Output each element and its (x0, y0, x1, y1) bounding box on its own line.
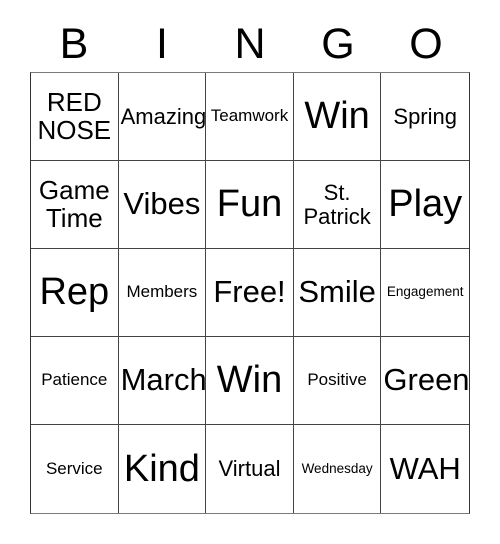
bingo-card: B I N G O RED NOSE Amazing Teamwork Win Spri… (0, 0, 500, 544)
header-letter-o: O (409, 19, 443, 68)
bingo-cell[interactable]: Rep (31, 249, 119, 337)
header-letter-g: G (321, 19, 355, 68)
bingo-cell-label: Spring (393, 103, 457, 129)
bingo-cell[interactable]: Game Time (31, 161, 119, 249)
bingo-cell-label: Engagement (386, 284, 464, 300)
bingo-cell[interactable]: Vibes (118, 161, 207, 249)
bingo-cell-label: Free! (213, 274, 286, 310)
bingo-cell-label: Green (383, 362, 469, 398)
bingo-cell-label: Kind (123, 447, 200, 490)
bingo-cell[interactable]: Patience (31, 337, 119, 425)
bingo-cell-label: St. Patrick (303, 180, 371, 229)
bingo-cell[interactable]: Virtual (206, 425, 294, 513)
bingo-cell-label: Vibes (123, 186, 201, 222)
bingo-cell[interactable]: Amazing (118, 73, 207, 161)
bingo-cell-label: Win (216, 359, 283, 402)
bingo-cell-label: WAH (389, 450, 461, 486)
bingo-cell[interactable]: Smile (293, 249, 382, 337)
bingo-cell[interactable]: Win (293, 73, 382, 161)
bingo-cell[interactable]: Fun (206, 161, 294, 249)
bingo-cell-label: Teamwork (210, 106, 289, 126)
bingo-cell-label: Service (45, 458, 103, 478)
bingo-cell-label: Patience (41, 370, 108, 390)
bingo-cell[interactable]: March (118, 337, 207, 425)
bingo-cell-label: Positive (307, 370, 367, 390)
bingo-cell-label: Fun (216, 183, 283, 226)
bingo-cell[interactable]: Engagement (381, 249, 469, 337)
bingo-cell-label: Wednesday (301, 460, 373, 476)
bingo-cell[interactable]: Spring (381, 73, 469, 161)
header-letter-b: B (59, 19, 89, 68)
bingo-cell-label: Virtual (218, 456, 281, 482)
bingo-cell-free-space[interactable]: Free! (206, 249, 294, 337)
bingo-cell-label: Rep (39, 271, 110, 314)
bingo-cell-label: Amazing (120, 103, 207, 129)
bingo-cell[interactable]: Teamwork (206, 73, 294, 161)
bingo-cell[interactable]: Win (206, 337, 294, 425)
bingo-cell[interactable]: WAH (381, 425, 469, 513)
bingo-cell-label: March (120, 362, 207, 398)
bingo-cell[interactable]: Positive (293, 337, 382, 425)
header-letter-i: I (156, 19, 168, 68)
bingo-cell-label: Game Time (38, 174, 110, 233)
bingo-cell[interactable]: Service (31, 425, 119, 513)
bingo-cell[interactable]: RED NOSE (31, 73, 119, 161)
bingo-grid: RED NOSE Amazing Teamwork Win Spring Game Tim… (30, 72, 470, 514)
bingo-cell[interactable]: Kind (118, 425, 207, 513)
bingo-cell-label: RED NOSE (37, 86, 112, 145)
bingo-cell[interactable]: St. Patrick (293, 161, 382, 249)
bingo-cell-label: Members (126, 282, 198, 302)
bingo-cell-label: Smile (298, 274, 376, 310)
bingo-cell[interactable]: Wednesday (293, 425, 382, 513)
bingo-cell[interactable]: Members (118, 249, 207, 337)
bingo-header-row: B I N G O (30, 16, 470, 72)
bingo-cell-label: Win (304, 95, 370, 138)
bingo-cell-label: Play (388, 183, 463, 226)
header-letter-n: N (234, 19, 266, 68)
bingo-cell[interactable]: Play (381, 161, 469, 249)
bingo-cell[interactable]: Green (381, 337, 469, 425)
